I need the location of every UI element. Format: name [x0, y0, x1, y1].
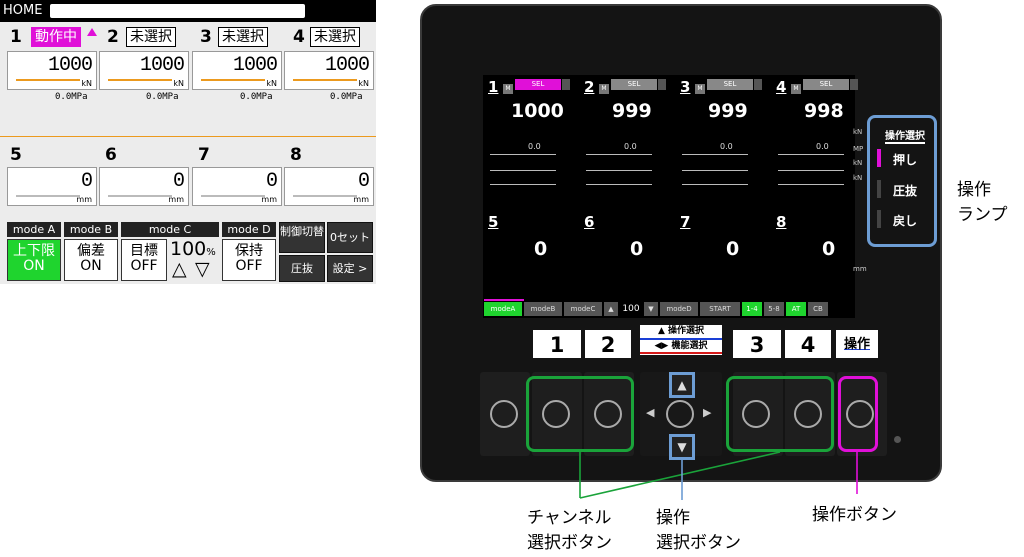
annotation-lines — [579, 451, 858, 500]
annotation-channel-1: チャンネル — [527, 508, 612, 528]
annotation-op-lamp-1: 操作 — [957, 180, 991, 200]
annotation-op-lamp-2: ランプ — [957, 205, 1008, 225]
annotation-opsel-2: 選択ボタン — [656, 533, 741, 553]
annotation-channel-2: 選択ボタン — [527, 533, 612, 553]
channel-leader-right — [579, 451, 781, 499]
annotation-opsel-1: 操作 — [656, 508, 690, 528]
annotation-op-button: 操作ボタン — [812, 505, 897, 525]
